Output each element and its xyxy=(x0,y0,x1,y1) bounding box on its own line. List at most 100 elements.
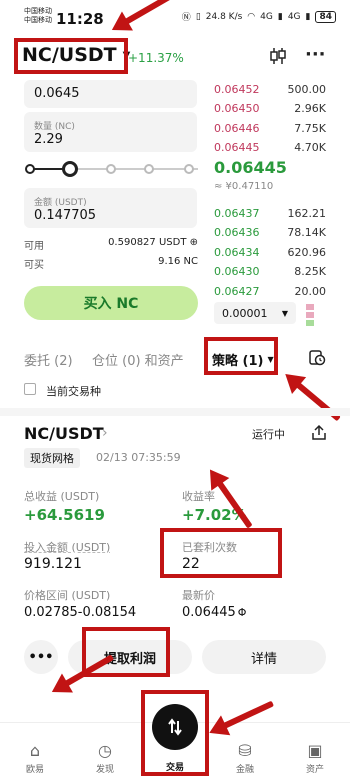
bid-qty: 162.21 xyxy=(287,206,327,220)
bid-qty: 20.00 xyxy=(294,284,327,298)
buyable-value: 9.16 NC xyxy=(158,256,198,267)
nav-discover[interactable]: ◷ 发现 xyxy=(80,741,130,775)
nav-finance[interactable]: ⛁ 金融 xyxy=(220,741,270,775)
wifi-icon: ◠ xyxy=(247,11,256,22)
status-bar: 中国移动 中国移动 11:28 Ⓝ ▯ 24.8 K/s ◠ 4G ▮ 4G ▮… xyxy=(0,0,350,36)
strategy-pair[interactable]: NC/USDT xyxy=(24,424,104,443)
signal-icon: ▮ xyxy=(305,11,311,22)
available-value[interactable]: 0.590827 USDT ⊕ xyxy=(108,237,198,252)
price-range-label: 价格区间 (USDT) xyxy=(24,589,111,602)
caret-down-icon: ▼ xyxy=(281,308,288,318)
bid-price: 0.06436 xyxy=(214,226,260,239)
carrier-info: 中国移动 中国移动 xyxy=(24,7,52,25)
more-actions-button[interactable]: ••• xyxy=(24,640,58,674)
details-button[interactable]: 详情 xyxy=(202,640,326,674)
more-options-icon[interactable]: ··· xyxy=(305,44,326,65)
bid-row[interactable]: 0.06436 78.14K xyxy=(212,224,328,242)
amount-value: 2.29 xyxy=(34,132,63,147)
compass-icon: ◷ xyxy=(98,741,112,760)
bid-row[interactable]: 0.06434 620.96 xyxy=(212,243,328,261)
strategy-status: 运行中 xyxy=(252,428,285,441)
signal-1: 4G xyxy=(260,11,273,22)
invest-label[interactable]: 投入金额 (USDT) xyxy=(24,539,110,555)
bid-qty: 8.25K xyxy=(294,265,326,278)
available-label: 可用 xyxy=(24,241,44,252)
latest-price: 0.06445 Φ xyxy=(182,605,246,620)
system-icons: Ⓝ ▯ 24.8 K/s ◠ 4G ▮ 4G ▮ 84 xyxy=(182,10,336,23)
carrier-2: 中国移动 xyxy=(24,16,52,24)
wallet-icon: ▣ xyxy=(307,741,323,760)
buyable-label: 可买 xyxy=(24,260,44,271)
buy-button[interactable]: 买入 NC xyxy=(24,286,198,320)
network-speed: 24.8 K/s xyxy=(205,11,243,22)
tab-positions[interactable]: 仓位 (0) 和资产 xyxy=(92,350,184,369)
tab-orders[interactable]: 委托 (2) xyxy=(24,350,73,369)
chevron-right-icon[interactable]: › xyxy=(102,425,108,441)
orderbook-mode-icon[interactable] xyxy=(306,302,324,326)
slider-step[interactable] xyxy=(25,164,35,174)
section-divider xyxy=(0,408,350,416)
nav-assets-label: 资产 xyxy=(305,765,324,775)
vibrate-icon: ▯ xyxy=(195,11,201,22)
total-value: 0.147705 xyxy=(34,208,97,223)
candlestick-chart-icon[interactable] xyxy=(268,46,288,71)
current-pair-checkbox[interactable] xyxy=(24,383,36,395)
slider-step[interactable] xyxy=(184,164,194,174)
nav-assets[interactable]: ▣ 资产 xyxy=(290,741,340,775)
bid-price: 0.06434 xyxy=(214,245,260,259)
ask-row[interactable]: 0.06452 500.00 xyxy=(212,80,328,98)
nav-home[interactable]: ⌂ 欧易 xyxy=(10,741,60,775)
annotation-box-arbitrage xyxy=(160,528,282,578)
ask-qty: 500.00 xyxy=(287,82,327,96)
ask-row[interactable]: 0.06445 4.70K xyxy=(212,139,328,157)
precision-value: 0.00001 xyxy=(222,306,268,320)
amount-field[interactable]: 数量 (NC) 2.29 xyxy=(24,112,197,152)
strategy-time: 02/13 07:35:59 xyxy=(96,451,181,464)
share-icon[interactable] xyxy=(312,424,326,444)
latest-price-label: 最新价 xyxy=(182,589,215,602)
last-price: 0.06445 xyxy=(214,158,287,177)
ask-row[interactable]: 0.06446 7.75K xyxy=(212,119,328,137)
total-field[interactable]: 金额 (USDT) 0.147705 xyxy=(24,188,197,228)
yield-label: 收益率 xyxy=(182,490,215,503)
coins-icon: ⛁ xyxy=(238,741,252,760)
annotation-box-trade xyxy=(141,690,209,776)
annotation-box-pair xyxy=(14,38,128,74)
nav-home-label: 欧易 xyxy=(25,765,44,775)
amount-label: 数量 (NC) xyxy=(34,122,75,132)
total-profit-value: +64.5619 xyxy=(24,506,105,524)
slider-step[interactable] xyxy=(106,164,116,174)
bid-qty: 78.14K xyxy=(287,226,326,239)
ask-qty: 4.70K xyxy=(294,141,326,154)
annotation-box-strategy xyxy=(204,337,278,375)
bid-price: 0.06437 xyxy=(214,206,260,220)
total-profit-label: 总收益 (USDT) xyxy=(24,490,100,503)
bid-price: 0.06427 xyxy=(214,284,260,298)
precision-select[interactable]: 0.00001 ▼ xyxy=(214,302,296,324)
price-change: +11.37% xyxy=(128,51,184,65)
ask-row[interactable]: 0.06450 2.96K xyxy=(212,100,328,118)
current-pair-label: 当前交易种 xyxy=(46,385,101,398)
home-icon: ⌂ xyxy=(29,741,41,760)
ask-price: 0.06445 xyxy=(214,141,260,154)
buyable-row: 可买 9.16 NC xyxy=(24,256,198,271)
price-field[interactable]: 0.0645 xyxy=(24,80,197,108)
available-row: 可用 0.590827 USDT ⊕ xyxy=(24,237,198,252)
ask-qty: 7.75K xyxy=(294,121,326,135)
total-label: 金额 (USDT) xyxy=(34,198,87,208)
carrier-1: 中国移动 xyxy=(24,7,52,15)
battery-indicator: 84 xyxy=(315,10,336,23)
history-icon[interactable] xyxy=(308,348,326,370)
nfc-icon: Ⓝ xyxy=(181,13,191,23)
bid-row[interactable]: 0.06437 162.21 xyxy=(212,204,328,222)
slider-step[interactable] xyxy=(144,164,154,174)
bid-row[interactable]: 0.06430 8.25K xyxy=(212,263,328,281)
bid-row[interactable]: 0.06427 20.00 xyxy=(212,282,328,300)
strategy-type-tag: 现货网格 xyxy=(24,448,80,468)
slider-handle[interactable] xyxy=(62,161,78,177)
bid-price: 0.06430 xyxy=(214,265,260,278)
last-price-fiat: ≈ ¥0.47110 xyxy=(214,181,274,192)
nav-finance-label: 金融 xyxy=(235,765,254,775)
latest-price-value: 0.06445 xyxy=(182,605,236,620)
ask-price: 0.06452 xyxy=(214,82,260,96)
